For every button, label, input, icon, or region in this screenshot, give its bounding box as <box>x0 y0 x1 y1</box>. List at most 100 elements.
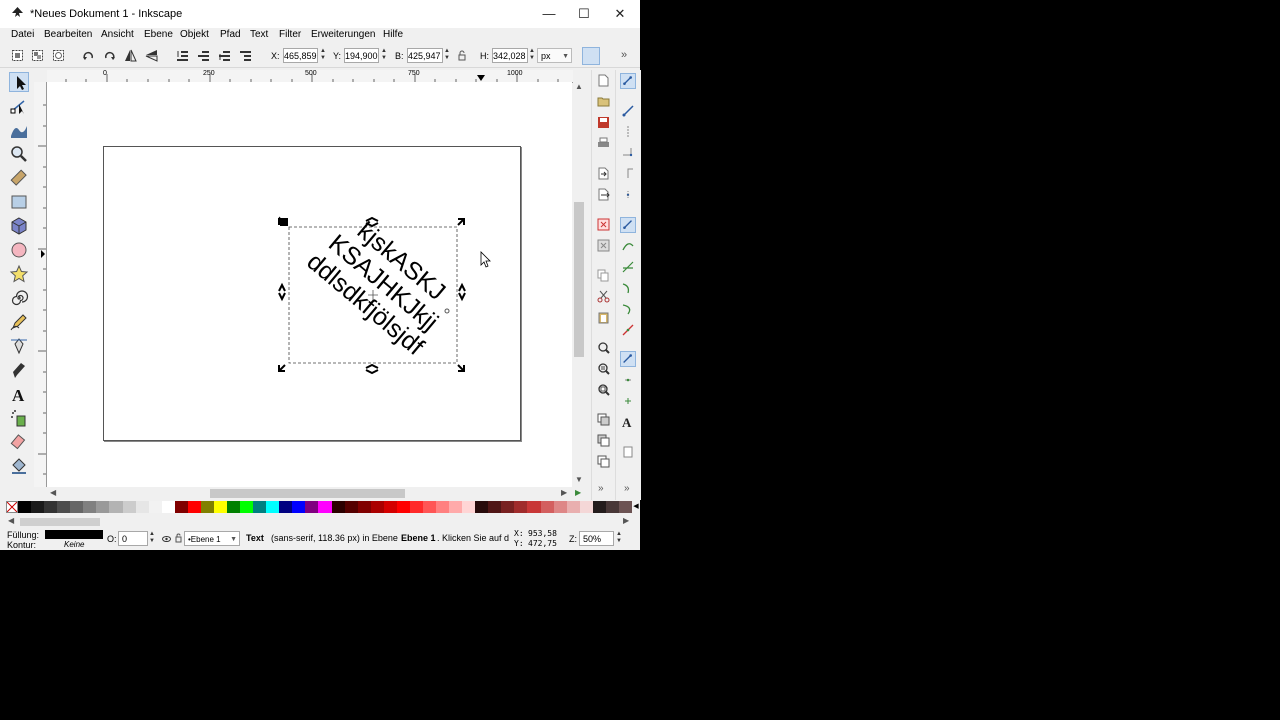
color-swatch[interactable] <box>240 501 254 513</box>
snap-others[interactable] <box>620 351 636 367</box>
cut-icon[interactable] <box>597 290 610 303</box>
color-swatch[interactable] <box>331 501 345 513</box>
stroke-value[interactable]: Keine <box>64 540 84 549</box>
scroll-left-icon[interactable]: ◀ <box>50 488 56 497</box>
color-swatch[interactable] <box>213 501 227 513</box>
snap-bbox-centers[interactable] <box>620 187 636 203</box>
lower-to-bottom-icon[interactable] <box>176 49 189 62</box>
color-swatch[interactable] <box>344 501 358 513</box>
vertical-scroll-thumb[interactable] <box>574 202 584 357</box>
maximize-button[interactable]: ☐ <box>566 0 602 28</box>
x-spinner[interactable]: ▲ ▼ <box>319 48 327 63</box>
undo-icon[interactable] <box>597 218 610 231</box>
vertical-scrollbar[interactable]: ▲ ▼ <box>573 82 586 486</box>
fill-swatch[interactable] <box>45 530 103 539</box>
zoom-corner-icon[interactable]: ▶ <box>575 488 581 497</box>
width-field[interactable]: 425,947 <box>407 48 443 63</box>
color-swatch[interactable] <box>514 501 528 513</box>
zoom-spinner[interactable]: ▲ ▼ <box>615 531 623 546</box>
x-field[interactable]: 465,859 <box>283 48 318 63</box>
palette-scroll-right-icon[interactable]: ▶ <box>623 516 629 525</box>
tweak-tool[interactable] <box>9 120 29 140</box>
menu-erweiterungen[interactable]: Erweiterungen <box>311 29 375 40</box>
color-swatch[interactable] <box>383 501 397 513</box>
color-swatch[interactable] <box>279 501 293 513</box>
height-field[interactable]: 342,028 <box>492 48 528 63</box>
raise-to-top-icon[interactable] <box>239 49 252 62</box>
color-swatch[interactable] <box>605 501 619 513</box>
color-swatch[interactable] <box>122 501 136 513</box>
star-tool[interactable] <box>9 264 29 284</box>
snap-bbox[interactable] <box>620 103 636 119</box>
drawing-canvas[interactable]: kjskASKJ KSAJHKJkjj ddlsdkfjölsjdf <box>47 82 572 487</box>
color-swatch[interactable] <box>553 501 567 513</box>
snap-cusp-nodes[interactable] <box>620 280 636 296</box>
width-spinner[interactable]: ▲ ▼ <box>443 48 451 63</box>
color-swatch[interactable] <box>488 501 502 513</box>
color-swatch[interactable] <box>200 501 214 513</box>
lock-icon[interactable] <box>457 49 467 62</box>
open-folder-icon[interactable] <box>597 95 610 108</box>
lower-icon[interactable] <box>197 49 210 62</box>
select-all-icon[interactable] <box>11 49 24 62</box>
zoom-page-icon[interactable] <box>597 383 610 396</box>
color-swatch[interactable] <box>540 501 554 513</box>
snap-toggle[interactable] <box>620 73 636 89</box>
duplicate-icon[interactable] <box>597 413 610 426</box>
color-swatch[interactable] <box>449 501 463 513</box>
color-swatch[interactable] <box>31 501 45 513</box>
color-swatch[interactable] <box>292 501 306 513</box>
minimize-button[interactable]: — <box>531 0 567 28</box>
color-swatch[interactable] <box>187 501 201 513</box>
snap-object-centers[interactable] <box>620 372 636 388</box>
raise-icon[interactable] <box>218 49 231 62</box>
menu-ansicht[interactable]: Ansicht <box>101 29 134 40</box>
color-swatch[interactable] <box>422 501 436 513</box>
color-swatch[interactable] <box>305 501 319 513</box>
color-swatch[interactable] <box>96 501 110 513</box>
no-paint-swatch[interactable] <box>6 501 18 513</box>
snap-nodes[interactable] <box>620 217 636 233</box>
layer-lock-icon[interactable] <box>175 533 182 543</box>
opacity-field[interactable]: 0 <box>118 531 148 546</box>
menu-ebene[interactable]: Ebene <box>144 29 173 40</box>
unlink-clone-icon[interactable] <box>597 455 610 468</box>
snap-text-baseline[interactable]: A <box>620 414 636 430</box>
color-swatch[interactable] <box>83 501 97 513</box>
palette-scrollbar[interactable]: ◀ ▶ <box>6 514 634 528</box>
menu-datei[interactable]: Datei <box>11 29 34 40</box>
menu-filter[interactable]: Filter <box>279 29 301 40</box>
rectangle-tool[interactable] <box>9 192 29 212</box>
y-spinner[interactable]: ▲ ▼ <box>380 48 388 63</box>
menu-text[interactable]: Text <box>250 29 268 40</box>
selector-tool[interactable] <box>9 72 29 92</box>
color-swatch[interactable] <box>109 501 123 513</box>
color-swatch[interactable] <box>70 501 84 513</box>
snap-line-midpoints[interactable] <box>620 322 636 338</box>
rotate-cw-icon[interactable] <box>103 49 116 62</box>
color-swatch[interactable] <box>161 501 175 513</box>
more-tools-button[interactable]: » <box>621 49 627 61</box>
color-swatch[interactable] <box>174 501 188 513</box>
snap-paths[interactable] <box>620 238 636 254</box>
snap-bbox-midpoints[interactable] <box>620 166 636 182</box>
color-swatch[interactable] <box>227 501 241 513</box>
zoom-tool[interactable] <box>9 144 29 164</box>
horizontal-scrollbar[interactable]: ◀ ▶ ▶ <box>47 487 581 500</box>
spray-tool[interactable] <box>9 408 29 428</box>
palette-menu-icon[interactable]: ◀ <box>632 501 640 513</box>
color-swatch[interactable] <box>527 501 541 513</box>
color-swatch[interactable] <box>579 501 593 513</box>
scroll-right-icon[interactable]: ▶ <box>561 488 567 497</box>
paste-icon[interactable] <box>597 311 610 324</box>
menu-hilfe[interactable]: Hilfe <box>383 29 403 40</box>
eraser-tool[interactable] <box>9 432 29 452</box>
color-swatch[interactable] <box>318 501 332 513</box>
measure-tool[interactable] <box>9 168 29 188</box>
paint-bucket-tool[interactable] <box>9 456 29 476</box>
save-icon[interactable] <box>597 116 610 129</box>
palette-scroll-left-icon[interactable]: ◀ <box>8 516 14 525</box>
deselect-icon[interactable] <box>52 49 65 62</box>
spiral-tool[interactable] <box>9 288 29 308</box>
snap-bbox-corners[interactable] <box>620 145 636 161</box>
